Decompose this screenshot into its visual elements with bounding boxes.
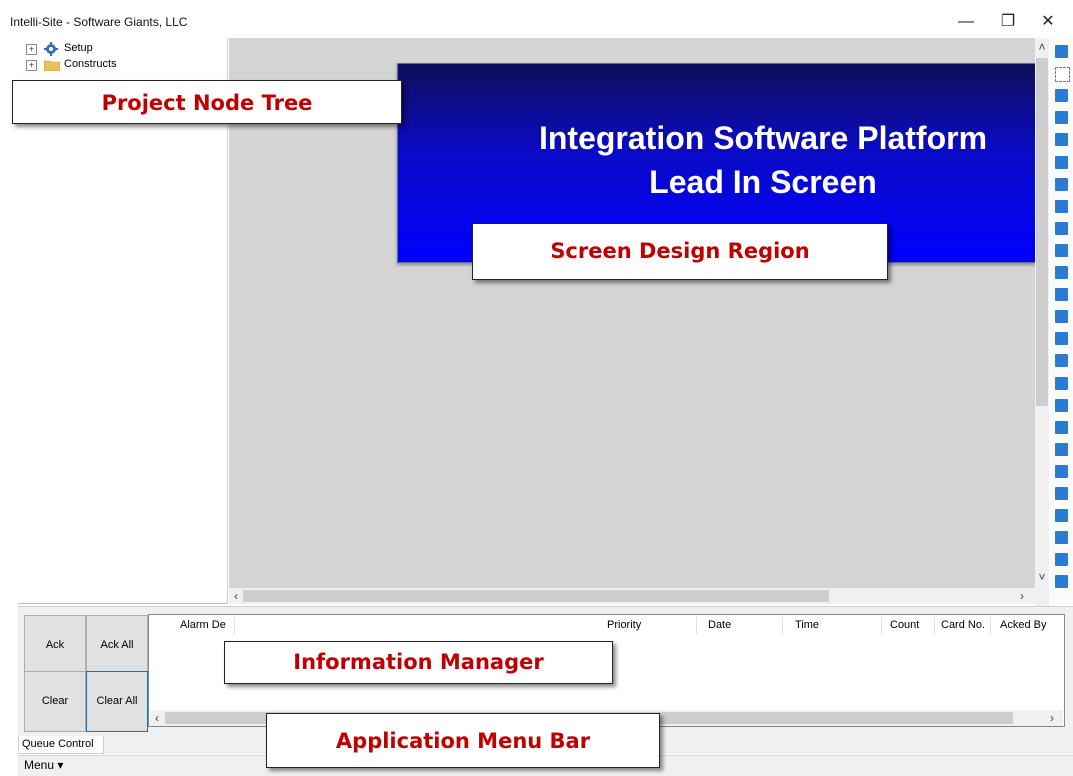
align-right-icon[interactable] xyxy=(1055,398,1068,412)
column-header-count[interactable]: Count xyxy=(885,617,935,634)
distribute-vertical-icon[interactable] xyxy=(1055,531,1068,545)
fill-rectangle-icon[interactable] xyxy=(1055,111,1068,125)
grid-icon[interactable] xyxy=(1055,266,1068,279)
column-header-time[interactable]: Time xyxy=(790,617,882,634)
align-left-icon[interactable] xyxy=(1055,376,1068,390)
back-arrow-icon[interactable] xyxy=(1055,45,1068,58)
distribute-horizontal-icon[interactable] xyxy=(1055,509,1068,523)
align-center-icon[interactable] xyxy=(1055,464,1068,478)
grid-scroll-left-icon[interactable]: ‹ xyxy=(151,711,163,725)
window-title: Intelli-Site - Software Giants, LLC xyxy=(10,15,188,29)
scroll-up-icon[interactable]: ˄ xyxy=(1035,40,1049,54)
folder-icon xyxy=(44,60,60,71)
menu-dropdown[interactable]: Menu ▾ xyxy=(24,758,63,772)
gear-icon xyxy=(44,42,58,56)
select-rectangle-icon[interactable] xyxy=(1055,67,1070,83)
ack-button[interactable]: Ack xyxy=(24,615,86,676)
callout-project-node-tree: Project Node Tree xyxy=(12,80,402,124)
align-middle-icon[interactable] xyxy=(1055,487,1068,500)
tree-item-constructs[interactable]: + Constructs xyxy=(18,58,218,72)
callout-screen-design-region: Screen Design Region xyxy=(472,223,888,280)
same-width-icon[interactable] xyxy=(1055,575,1068,589)
close-button[interactable]: ✕ xyxy=(1028,10,1068,34)
banner-title-line1: Integration Software Platform xyxy=(538,120,988,156)
grid-scroll-right-icon[interactable]: › xyxy=(1046,711,1058,725)
scroll-down-icon[interactable]: ˅ xyxy=(1035,570,1049,584)
scroll-right-icon[interactable]: › xyxy=(1016,589,1028,603)
horizontal-scroll-thumb[interactable] xyxy=(243,590,829,602)
column-header-date[interactable]: Date xyxy=(703,617,783,634)
textbox-ab-icon[interactable] xyxy=(1055,243,1068,257)
tree-item-setup[interactable]: + Setup xyxy=(18,42,218,56)
chart-icon[interactable] xyxy=(1055,310,1068,324)
column-header-priority[interactable]: Priority xyxy=(602,617,697,634)
clear-button[interactable]: Clear xyxy=(24,671,86,732)
banner-title-line2: Lead In Screen xyxy=(649,164,877,200)
expand-icon[interactable]: + xyxy=(26,60,37,71)
image-list-icon[interactable] xyxy=(1055,288,1068,302)
align-bottom-icon[interactable] xyxy=(1055,442,1068,456)
window-icon[interactable] xyxy=(1055,354,1068,368)
vertical-scroll-thumb[interactable] xyxy=(1036,58,1048,406)
same-size-icon[interactable] xyxy=(1055,553,1068,567)
panel-icon[interactable] xyxy=(1055,332,1068,346)
polygon-icon[interactable] xyxy=(1055,199,1068,213)
ack-all-button[interactable]: Ack All xyxy=(86,615,148,676)
tree-item-label: Constructs xyxy=(64,58,117,70)
minimize-button[interactable]: — xyxy=(946,10,986,34)
restore-button[interactable]: ❐ xyxy=(988,10,1028,34)
align-top-icon[interactable] xyxy=(1055,420,1068,434)
column-header-alarm-description[interactable]: Alarm De xyxy=(175,617,235,634)
text-tool-icon[interactable] xyxy=(1055,89,1068,103)
rectangle-icon[interactable] xyxy=(1055,133,1068,147)
ellipse-icon[interactable] xyxy=(1055,177,1068,191)
tree-item-label: Setup xyxy=(64,42,93,54)
scroll-left-icon[interactable]: ‹ xyxy=(230,589,242,603)
tab-queue-control[interactable]: Queue Control xyxy=(18,736,104,754)
callout-information-manager: Information Manager xyxy=(224,641,613,684)
rounded-rectangle-icon[interactable] xyxy=(1055,155,1068,169)
callout-application-menu-bar: Application Menu Bar xyxy=(266,713,660,768)
expand-icon[interactable]: + xyxy=(26,44,37,55)
clear-all-button[interactable]: Clear All xyxy=(86,671,148,732)
column-header-card-no[interactable]: Card No. xyxy=(936,617,991,634)
column-header-acked-by[interactable]: Acked By xyxy=(995,617,1063,634)
label-ab-icon[interactable] xyxy=(1055,221,1068,235)
